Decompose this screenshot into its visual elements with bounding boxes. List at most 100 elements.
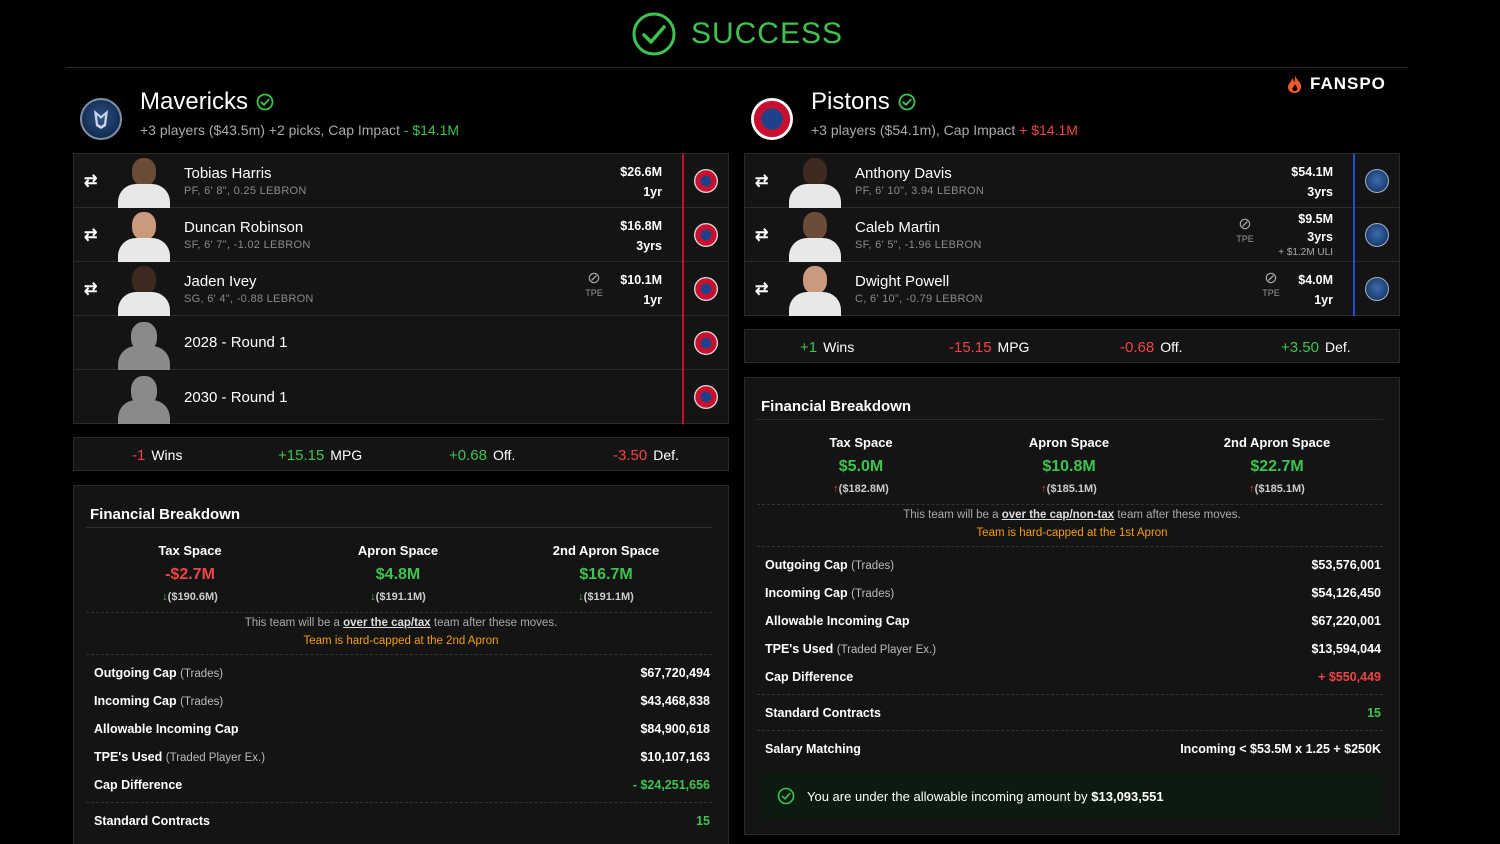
salary-matching: Salary Matching Incoming < $53.5M x 1.25 … (765, 742, 1381, 756)
player-name[interactable]: Jaden Ivey (184, 273, 314, 290)
swap-icon[interactable]: ⇄ (84, 171, 104, 191)
tax-space: Tax Space -$2.7M ↓($190.6M) (158, 543, 222, 603)
cap-impact: + $14.1M (1019, 122, 1078, 138)
swap-icon[interactable]: ⇄ (84, 225, 104, 245)
cap-status-link[interactable]: over the cap/tax (343, 617, 431, 629)
player-row[interactable]: ⇄ Anthony Davis PF, 6' 10", 3.94 LEBRON $… (745, 154, 1399, 208)
team-summary: +3 players ($43.5m) +2 picks, Cap Impact (140, 122, 400, 138)
team-header-pistons: Pistons +3 players ($54.1m), Cap Impact … (751, 88, 1078, 140)
no-salary-icon: ⊘ (1238, 216, 1252, 233)
brand-logo: FANSPO (1286, 74, 1386, 94)
team-name: Mavericks (140, 88, 249, 115)
impact-def: +3.50 Def. (1281, 339, 1351, 356)
destination-team[interactable] (1353, 154, 1399, 208)
pick-avatar (110, 316, 176, 370)
cap-status-link[interactable]: over the cap/non-tax (1002, 509, 1114, 521)
incoming-cap: Incoming Cap (Trades) $54,126,450 (765, 586, 1381, 600)
pick-row[interactable]: 2030 - Round 1 (74, 370, 728, 424)
check-circle-icon (632, 12, 676, 55)
player-meta: C, 6' 10", -0.79 LEBRON (855, 293, 983, 305)
player-contract: $54.1M 3yrs (1291, 165, 1333, 199)
success-status: SUCCESS (631, 11, 843, 57)
player-row[interactable]: ⇄ Duncan Robinson SF, 6' 7", -1.02 LEBRON… (74, 208, 728, 262)
status-bar: SUCCESS (66, 0, 1408, 68)
standard-contracts: Standard Contracts 15 (94, 814, 710, 828)
swap-icon[interactable]: ⇄ (84, 279, 104, 299)
success-label: SUCCESS (690, 16, 844, 50)
pistons-logo-icon (694, 169, 718, 193)
salary-match-confirmation: You are under the allowable incoming amo… (761, 773, 1383, 819)
tpe-indicator: ⊘ TPE (582, 270, 606, 298)
pistons-logo-icon (694, 223, 718, 247)
player-contract: $26.6M 1yr (620, 165, 662, 199)
allowable-incoming-cap: Allowable Incoming Cap $84,900,618 (94, 722, 710, 736)
player-name[interactable]: Anthony Davis (855, 165, 984, 182)
second-apron-space: 2nd Apron Space $22.7M ↑($185.1M) (1223, 435, 1331, 495)
player-avatar (110, 154, 176, 208)
player-row[interactable]: ⇄ Jaden Ivey SG, 6' 4", -0.88 LEBRON ⊘ TPE… (74, 262, 728, 316)
pick-row[interactable]: 2028 - Round 1 (74, 316, 728, 370)
impact-bar-mavericks: -1 Wins +15.15 MPG +0.68 Off. -3.50 Def. (73, 437, 729, 471)
verified-icon (256, 93, 274, 111)
player-name[interactable]: Duncan Robinson (184, 219, 311, 236)
impact-mpg: +15.15 MPG (278, 447, 363, 464)
financial-breakdown-pistons: Financial Breakdown Tax Space $5.0M ↑($182… (744, 377, 1400, 835)
impact-def: -3.50 Def. (613, 447, 679, 464)
impact-off: -0.68 Off. (1120, 339, 1183, 356)
player-meta: PF, 6' 10", 3.94 LEBRON (855, 184, 985, 197)
tpe-indicator: ⊘ TPE (1259, 270, 1283, 298)
player-name[interactable]: Caleb Martin (855, 219, 982, 236)
destination-team[interactable] (682, 208, 728, 262)
cap-impact: - $14.1M (403, 122, 460, 138)
player-contract: $4.0M 1yr (1298, 273, 1333, 307)
mavericks-logo-icon (1365, 277, 1389, 301)
apron-space: Apron Space $4.8M ↓($191.1M) (357, 543, 439, 603)
fire-icon (1288, 75, 1302, 93)
incoming-cap: Incoming Cap (Trades) $43,468,838 (94, 694, 710, 708)
destination-team[interactable] (1353, 262, 1399, 316)
financial-title: Financial Breakdown (761, 398, 912, 415)
player-meta: SF, 6' 7", -1.02 LEBRON (184, 238, 311, 251)
financial-title: Financial Breakdown (90, 506, 241, 523)
allowable-incoming-cap: Allowable Incoming Cap $67,220,001 (765, 614, 1381, 628)
destination-team[interactable] (682, 154, 728, 208)
player-name[interactable]: Dwight Powell (855, 273, 983, 290)
pick-label: 2028 - Round 1 (184, 334, 288, 351)
cap-status-note: This team will be a over the cap/non-tax… (903, 509, 1241, 521)
pick-label: 2030 - Round 1 (184, 388, 288, 406)
player-row[interactable]: ⇄ Tobias Harris PF, 6' 8", 0.25 LEBRON $2… (74, 154, 728, 208)
swap-icon[interactable]: ⇄ (755, 225, 775, 245)
pistons-logo-icon (694, 277, 718, 301)
no-salary-icon: ⊘ (1264, 270, 1278, 287)
destination-team[interactable] (1353, 208, 1399, 262)
roster-mavericks: ⇄ Tobias Harris PF, 6' 8", 0.25 LEBRON $2… (73, 153, 729, 424)
destination-team[interactable] (682, 316, 728, 370)
check-circle-icon (777, 787, 795, 805)
player-row[interactable]: ⇄ Caleb Martin SF, 6' 5", -1.96 LEBRON ⊘ T… (745, 208, 1399, 262)
hardcap-note: Team is hard-capped at the 2nd Apron (303, 635, 499, 647)
financial-breakdown-mavericks: Financial Breakdown Tax Space -$2.7M ↓($19… (73, 485, 729, 844)
tax-space: Tax Space $5.0M ↑($182.8M) (829, 435, 893, 495)
player-avatar (110, 262, 176, 316)
no-salary-icon: ⊘ (587, 270, 601, 287)
player-name[interactable]: Tobias Harris (184, 165, 307, 182)
player-row[interactable]: ⇄ Dwight Powell C, 6' 10", -0.79 LEBRON ⊘… (745, 262, 1399, 316)
destination-team[interactable] (682, 370, 728, 424)
cap-status-note: This team will be a over the cap/tax tea… (244, 617, 558, 629)
swap-icon[interactable]: ⇄ (755, 279, 775, 299)
swap-icon[interactable]: ⇄ (755, 171, 775, 191)
tpes-used: TPE's Used (Traded Player Ex.) $10,107,16… (94, 750, 710, 764)
team-header-mavericks: Mavericks +3 players ($43.5m) +2 picks, … (80, 88, 459, 140)
player-contract: $10.1M 1yr (620, 273, 662, 307)
mavericks-logo-icon (1365, 169, 1389, 193)
player-contract: $9.5M 3yrs + $1.2M ULI (1278, 212, 1333, 259)
mavericks-logo-icon (1365, 223, 1389, 247)
team-name: Pistons (811, 88, 890, 115)
tpe-indicator: ⊘ TPE (1233, 216, 1257, 244)
impact-off: +0.68 Off. (449, 447, 516, 464)
pistons-logo-icon (694, 331, 718, 355)
tpes-used: TPE's Used (Traded Player Ex.) $13,594,04… (765, 642, 1381, 656)
outgoing-cap: Outgoing Cap (Trades) $53,576,001 (765, 558, 1381, 572)
impact-mpg: -15.15 MPG (949, 339, 1030, 356)
destination-team[interactable] (682, 262, 728, 316)
